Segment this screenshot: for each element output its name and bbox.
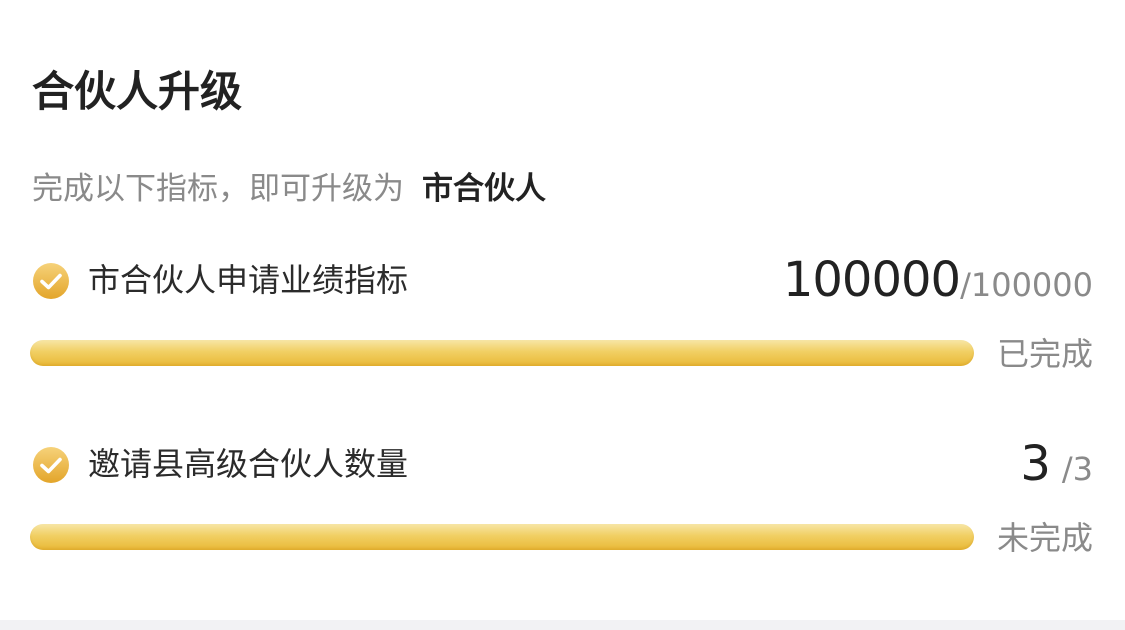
upgrade-description-text: 完成以下指标，即可升级为 (32, 171, 404, 207)
criterion-label: 市合伙人申请业绩指标 (88, 261, 409, 299)
partner-upgrade-card: 合伙人升级 完成以下指标，即可升级为 市合伙人 市合伙人申请业绩指标 100000… (0, 0, 1125, 620)
progress-bar (30, 524, 974, 550)
check-circle-icon (32, 262, 70, 300)
criterion-performance: 市合伙人申请业绩指标 100000/100000 已完成 (0, 250, 1125, 380)
criterion-status: 已完成 (996, 335, 1093, 373)
criterion-status: 未完成 (996, 519, 1093, 557)
criterion-current-value: 100000 (782, 252, 961, 308)
page-title: 合伙人升级 (32, 67, 243, 116)
criterion-label: 邀请县高级合伙人数量 (88, 445, 409, 483)
target-level: 市合伙人 (422, 171, 546, 207)
upgrade-description: 完成以下指标，即可升级为 市合伙人 (32, 166, 546, 212)
criterion-value: 100000/100000 (783, 250, 1093, 310)
check-circle-icon (32, 446, 70, 484)
progress-bar-fill (30, 340, 974, 366)
criterion-total-value: /100000 (960, 266, 1093, 304)
criterion-invite-count: 邀请县高级合伙人数量 3/3 未完成 (0, 434, 1125, 564)
criterion-value: 3/3 (1020, 434, 1093, 494)
criterion-current-value: 3 (1020, 436, 1051, 492)
progress-bar-fill (30, 524, 974, 550)
progress-bar (30, 340, 974, 366)
criterion-total-value: /3 (1061, 450, 1093, 488)
